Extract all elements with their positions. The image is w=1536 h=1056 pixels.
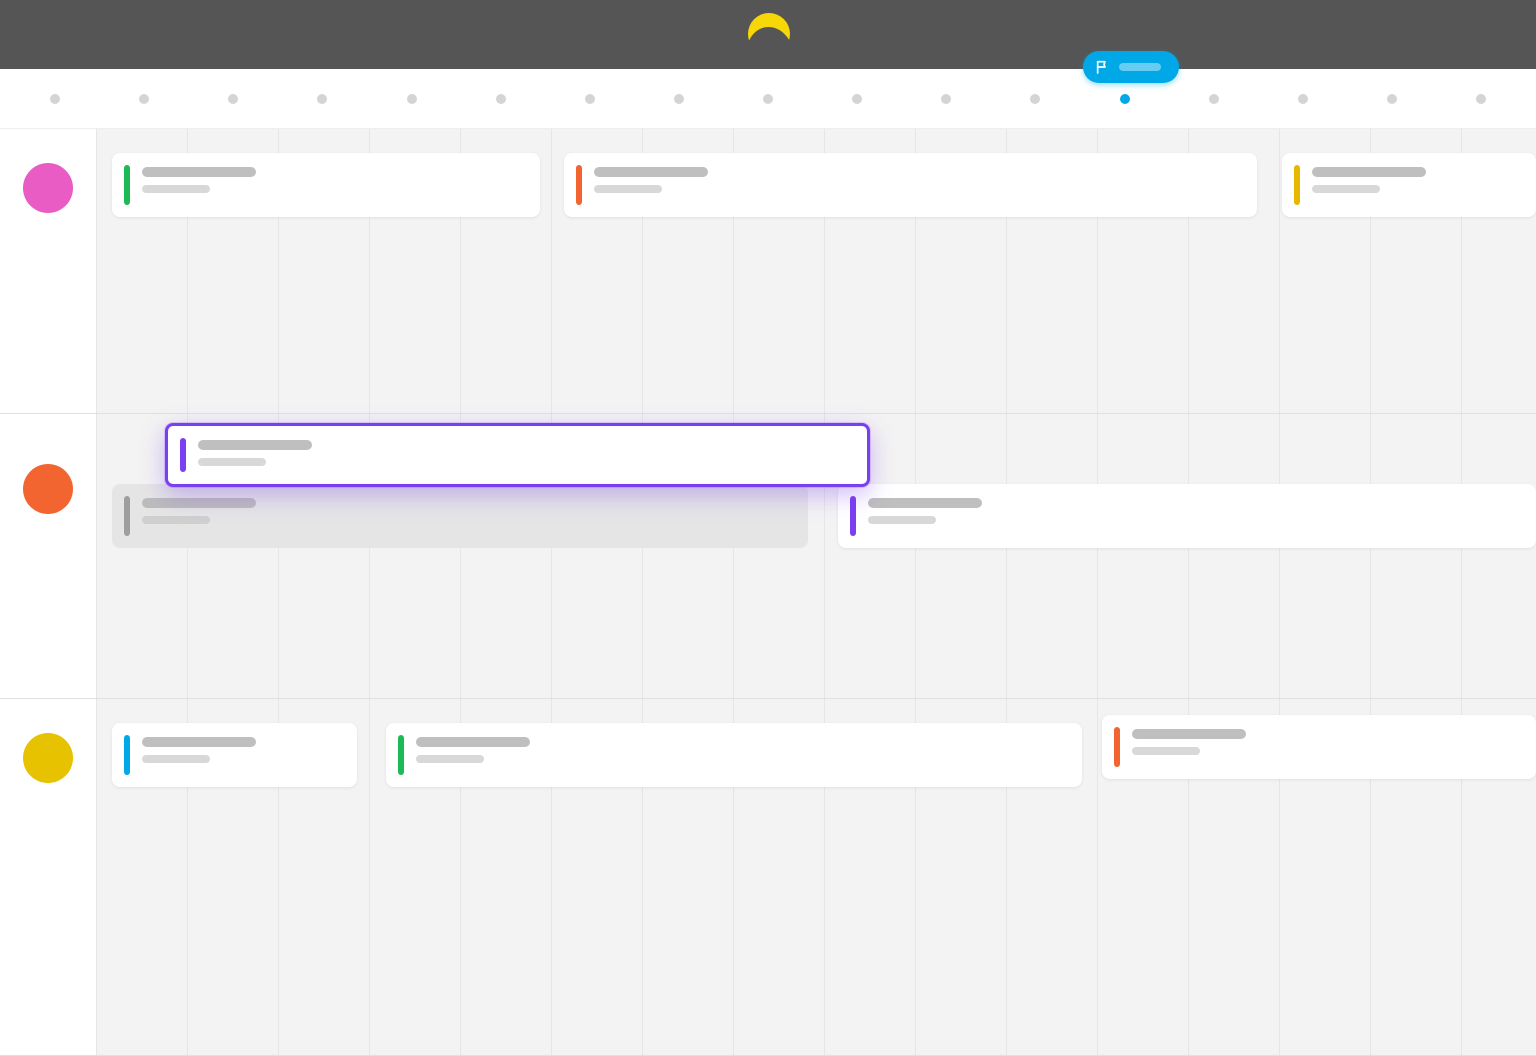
timeline: [0, 129, 1536, 1056]
app-header: [0, 0, 1536, 69]
nav-dot[interactable]: [1030, 94, 1040, 104]
card-title: [1132, 729, 1246, 739]
card-title: [868, 498, 982, 508]
card-subtitle: [1312, 185, 1380, 193]
timeline-row: [0, 699, 1536, 1056]
app-logo: [746, 13, 790, 57]
card-color-stripe: [576, 165, 582, 205]
card-color-stripe: [124, 735, 130, 775]
timeline-row: [0, 414, 1536, 699]
flag-icon: [1095, 59, 1111, 75]
today-marker[interactable]: [1083, 51, 1179, 83]
nav-dot[interactable]: [1120, 94, 1130, 104]
card-subtitle: [1132, 747, 1200, 755]
card-color-stripe: [124, 165, 130, 205]
card-title: [142, 737, 256, 747]
nav-dot[interactable]: [1209, 94, 1219, 104]
card-color-stripe: [850, 496, 856, 536]
timeline-row: [0, 129, 1536, 414]
event-card[interactable]: [1102, 715, 1536, 779]
card-subtitle: [594, 185, 662, 193]
card-subtitle: [868, 516, 936, 524]
card-color-stripe: [1114, 727, 1120, 767]
event-card[interactable]: [112, 723, 357, 787]
event-card[interactable]: [1282, 153, 1536, 217]
nav-dot[interactable]: [763, 94, 773, 104]
card-title: [198, 440, 312, 450]
card-color-stripe: [398, 735, 404, 775]
event-card-dragging[interactable]: [165, 423, 870, 487]
row-sidebar: [0, 129, 96, 413]
card-subtitle: [142, 755, 210, 763]
row-sidebar: [0, 414, 96, 698]
nav-dot[interactable]: [941, 94, 951, 104]
row-avatar[interactable]: [23, 464, 73, 514]
nav-dot[interactable]: [317, 94, 327, 104]
nav-dot[interactable]: [139, 94, 149, 104]
card-subtitle: [142, 185, 210, 193]
nav-dot[interactable]: [50, 94, 60, 104]
timeline-scrubber[interactable]: [0, 69, 1536, 129]
card-title: [142, 167, 256, 177]
card-color-stripe: [180, 438, 186, 472]
today-label: [1119, 63, 1161, 71]
nav-dot[interactable]: [585, 94, 595, 104]
nav-dot[interactable]: [1476, 94, 1486, 104]
event-card[interactable]: [112, 153, 540, 217]
nav-dot[interactable]: [407, 94, 417, 104]
nav-dot[interactable]: [496, 94, 506, 104]
nav-dot[interactable]: [1298, 94, 1308, 104]
event-card[interactable]: [386, 723, 1082, 787]
card-color-stripe: [1294, 165, 1300, 205]
card-subtitle: [416, 755, 484, 763]
card-title: [416, 737, 530, 747]
row-avatar[interactable]: [23, 163, 73, 213]
row-avatar[interactable]: [23, 733, 73, 783]
card-color-stripe: [124, 496, 130, 536]
nav-dot[interactable]: [1387, 94, 1397, 104]
card-subtitle: [142, 516, 210, 524]
row-sidebar: [0, 699, 96, 1055]
nav-dot[interactable]: [852, 94, 862, 104]
event-card-placeholder[interactable]: [112, 484, 808, 548]
nav-dot[interactable]: [674, 94, 684, 104]
event-card[interactable]: [838, 484, 1536, 548]
card-subtitle: [198, 458, 266, 466]
card-title: [142, 498, 256, 508]
card-title: [1312, 167, 1426, 177]
event-card[interactable]: [564, 153, 1257, 217]
nav-dot[interactable]: [228, 94, 238, 104]
card-title: [594, 167, 708, 177]
